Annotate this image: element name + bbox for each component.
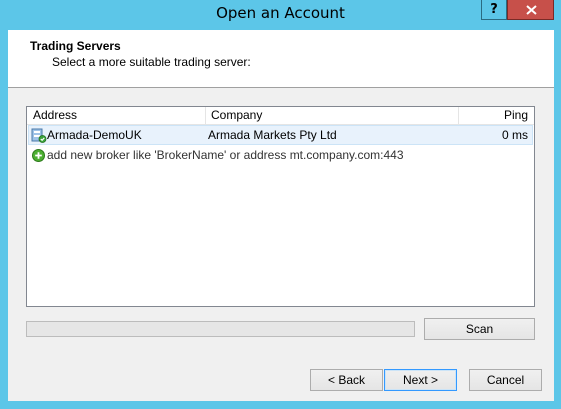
server-address: Armada-DemoUK — [47, 128, 142, 142]
close-button[interactable] — [507, 0, 554, 20]
close-icon — [526, 5, 537, 15]
server-icon — [31, 128, 47, 143]
scan-progress-bar — [26, 321, 415, 337]
column-header-address[interactable]: Address — [27, 107, 206, 124]
page-title: Trading Servers — [30, 39, 121, 53]
page-subtitle: Select a more suitable trading server: — [52, 55, 251, 69]
next-button[interactable]: Next > — [384, 369, 457, 391]
server-ping: 0 ms — [501, 128, 528, 142]
window-title: Open an Account — [216, 4, 345, 22]
add-plus-icon — [32, 149, 45, 162]
back-button[interactable]: < Back — [310, 369, 383, 391]
scan-button[interactable]: Scan — [424, 318, 535, 340]
list-header: Address Company Ping — [27, 107, 534, 125]
servers-list[interactable]: Address Company Ping Armada-DemoUK Armad… — [26, 106, 535, 307]
dialog-window: Open an Account ? Trading Servers Select… — [0, 0, 561, 409]
column-header-ping[interactable]: Ping — [459, 107, 534, 124]
column-header-company[interactable]: Company — [206, 107, 459, 124]
server-company: Armada Markets Pty Ltd — [208, 128, 337, 142]
server-row[interactable]: Armada-DemoUK Armada Markets Pty Ltd 0 m… — [28, 125, 533, 145]
cancel-button[interactable]: Cancel — [469, 369, 542, 391]
wizard-header: Trading Servers Select a more suitable t… — [8, 30, 554, 88]
help-button[interactable]: ? — [481, 0, 507, 20]
title-bar[interactable]: Open an Account ? — [0, 0, 561, 30]
add-broker-row[interactable]: add new broker like 'BrokerName' or addr… — [28, 146, 533, 166]
add-broker-text: add new broker like 'BrokerName' or addr… — [47, 148, 404, 162]
dialog-body: Trading Servers Select a more suitable t… — [8, 30, 554, 401]
